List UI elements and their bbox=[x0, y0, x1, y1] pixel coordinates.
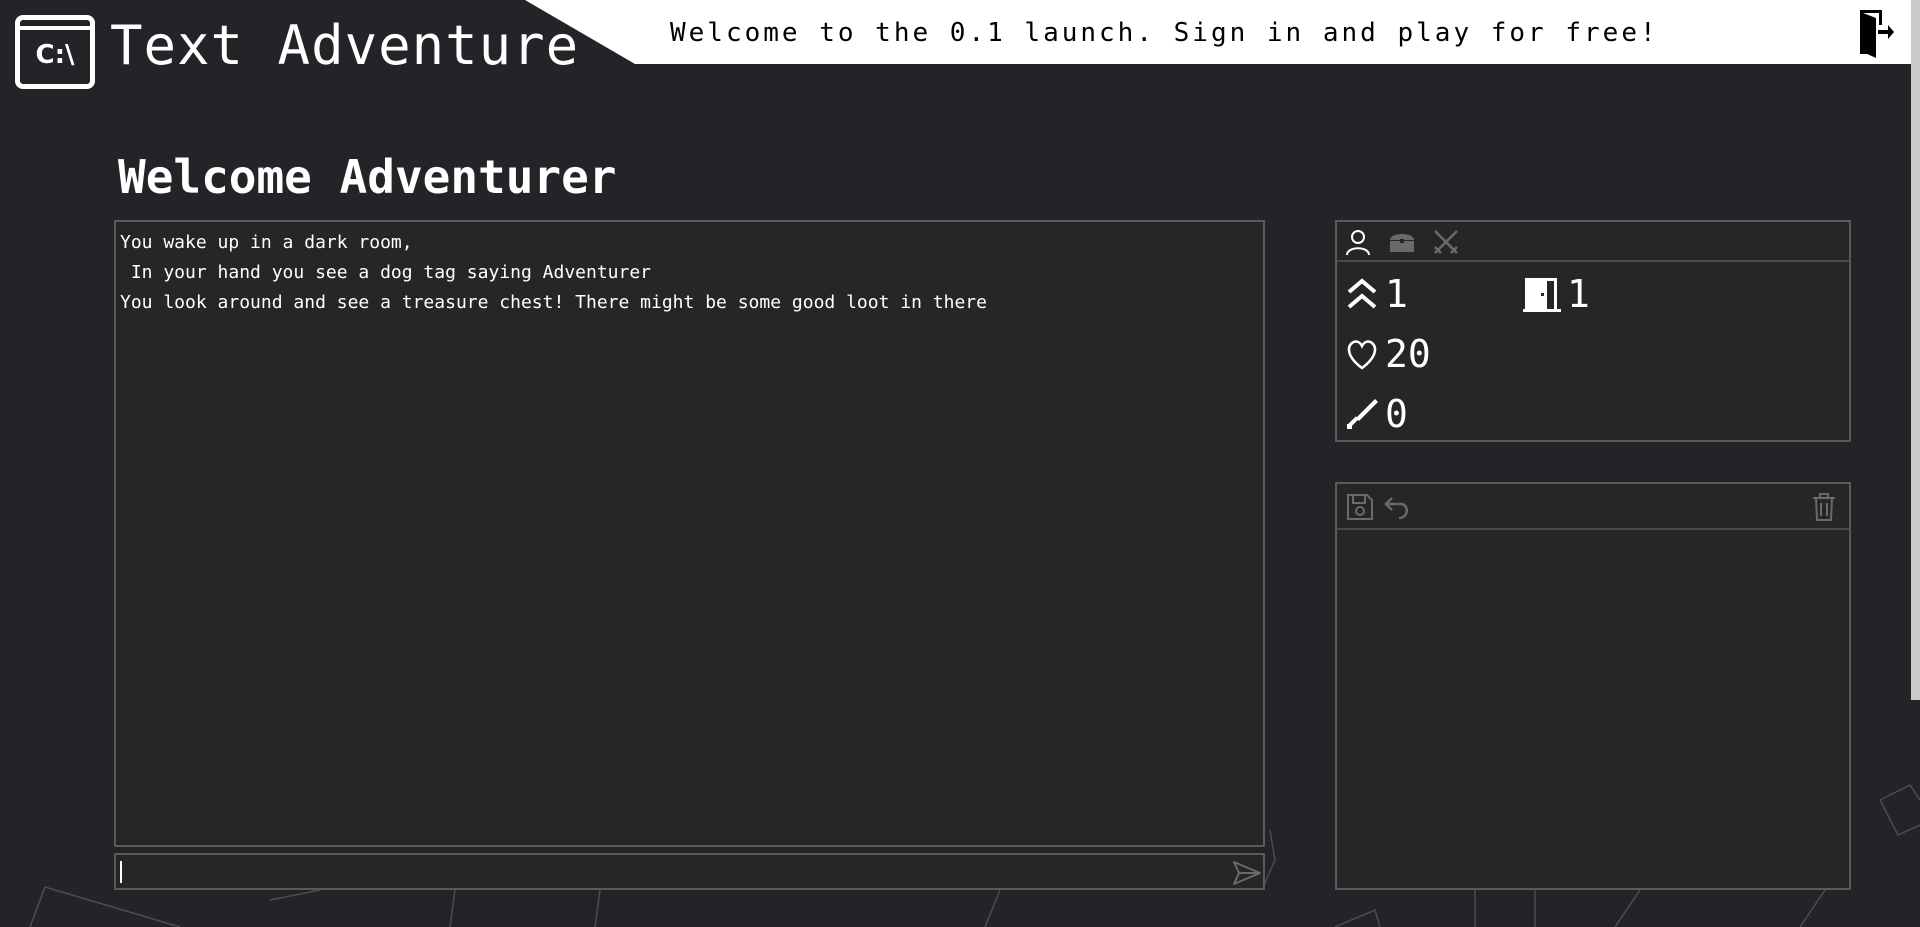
command-input[interactable] bbox=[118, 857, 1198, 887]
health-value: 20 bbox=[1385, 332, 1431, 376]
health-stat: 20 bbox=[1345, 332, 1431, 376]
log-line: You look around and see a treasure chest… bbox=[120, 292, 987, 313]
log-line: You wake up in a dark room, bbox=[120, 232, 413, 253]
game-log: You wake up in a dark room, In your hand… bbox=[114, 220, 1265, 847]
logo-text: C:\ bbox=[35, 40, 75, 70]
page-scrollbar[interactable] bbox=[1911, 0, 1920, 700]
command-bar bbox=[114, 853, 1265, 890]
app-title: Text Adventure bbox=[110, 14, 580, 77]
app-logo[interactable]: C:\ bbox=[15, 15, 95, 89]
inventory-toolbar bbox=[1337, 484, 1849, 530]
room-stat: 1 bbox=[1523, 272, 1590, 316]
character-stats-panel: 1 1 20 0 bbox=[1335, 220, 1851, 442]
stats-tab-bar bbox=[1337, 222, 1849, 262]
room-value: 1 bbox=[1567, 272, 1590, 316]
level-chevrons-icon bbox=[1347, 278, 1377, 309]
text-caret bbox=[120, 861, 122, 883]
sword-icon bbox=[1346, 399, 1378, 429]
person-icon[interactable] bbox=[1343, 227, 1373, 257]
crossed-swords-icon[interactable] bbox=[1431, 227, 1461, 257]
save-icon[interactable] bbox=[1345, 492, 1375, 522]
log-line: In your hand you see a dog tag saying Ad… bbox=[120, 262, 652, 283]
chest-icon[interactable] bbox=[1387, 227, 1417, 257]
sign-in-door-icon[interactable] bbox=[1848, 8, 1894, 58]
page-title: Welcome Adventurer bbox=[118, 150, 617, 204]
level-value: 1 bbox=[1385, 272, 1408, 316]
door-icon bbox=[1523, 278, 1561, 312]
attack-value: 0 bbox=[1385, 392, 1408, 436]
header: C:\ Text Adventure Welcome to the 0.1 la… bbox=[0, 0, 1920, 92]
announcement-text: Welcome to the 0.1 launch. Sign in and p… bbox=[670, 18, 1659, 48]
inventory-panel bbox=[1335, 482, 1851, 890]
heart-icon bbox=[1347, 340, 1377, 370]
level-stat: 1 bbox=[1345, 272, 1408, 316]
send-arrow-icon[interactable] bbox=[1232, 859, 1262, 887]
undo-icon[interactable] bbox=[1381, 492, 1411, 522]
trash-icon[interactable] bbox=[1809, 492, 1839, 522]
attack-stat: 0 bbox=[1345, 392, 1408, 436]
